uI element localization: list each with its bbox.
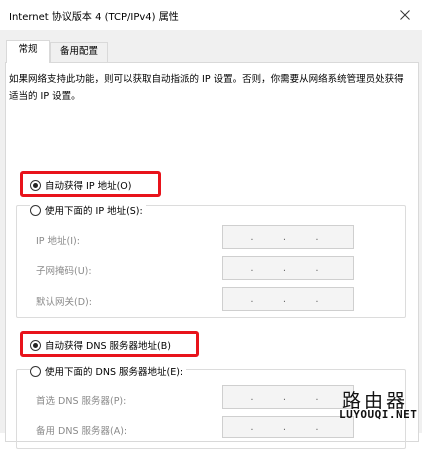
close-button[interactable]	[395, 6, 415, 24]
alternate-dns-input[interactable]: ....	[222, 416, 354, 438]
default-gateway-input[interactable]: ....	[222, 287, 354, 311]
subnet-mask-input[interactable]: ....	[222, 256, 354, 280]
title-bar: Internet 协议版本 4 (TCP/IPv4) 属性	[0, 0, 422, 30]
radio-auto-dns-label: 自动获得 DNS 服务器地址(B)	[45, 341, 171, 352]
ip-address-label: IP 地址(I):	[36, 236, 80, 247]
radio-checked-icon	[30, 339, 41, 351]
radio-auto-ip[interactable]: 自动获得 IP 地址(O)	[30, 178, 135, 192]
radio-manual-ip-label: 使用下面的 IP 地址(S):	[45, 206, 143, 217]
window-title: Internet 协议版本 4 (TCP/IPv4) 属性	[9, 12, 179, 23]
radio-manual-dns[interactable]: 使用下面的 DNS 服务器地址(E):	[30, 364, 187, 378]
radio-auto-ip-label: 自动获得 IP 地址(O)	[45, 181, 132, 192]
radio-unchecked-icon	[30, 204, 41, 216]
preferred-dns-input[interactable]: ....	[222, 385, 354, 409]
description-text: 如果网络支持此功能，则可以获取自动指派的 IP 设置。否则，你需要从网络系统管理…	[9, 74, 404, 102]
ip-address-input[interactable]: ....	[222, 225, 354, 249]
radio-auto-dns[interactable]: 自动获得 DNS 服务器地址(B)	[30, 338, 174, 352]
watermark-site-text: LUYOUQI.NET	[339, 408, 418, 421]
subnet-mask-label: 子网掩码(U):	[36, 266, 92, 277]
default-gateway-label: 默认网关(D):	[36, 297, 92, 308]
dialog-client: 常规 备用配置 如果网络支持此功能，则可以获取自动指派的 IP 设置。否则，你需…	[0, 30, 422, 449]
general-panel: 如果网络支持此功能，则可以获取自动指派的 IP 设置。否则，你需要从网络系统管理…	[5, 62, 419, 449]
tab-alternate-config[interactable]: 备用配置	[50, 42, 108, 63]
tab-general[interactable]: 常规	[6, 40, 50, 63]
radio-checked-icon	[30, 179, 41, 191]
alternate-dns-label: 备用 DNS 服务器(A):	[36, 426, 128, 437]
radio-manual-ip[interactable]: 使用下面的 IP 地址(S):	[30, 203, 146, 217]
radio-manual-dns-label: 使用下面的 DNS 服务器地址(E):	[45, 367, 184, 378]
preferred-dns-label: 首选 DNS 服务器(P):	[36, 396, 127, 407]
radio-unchecked-icon	[30, 365, 41, 377]
close-icon	[400, 10, 410, 20]
